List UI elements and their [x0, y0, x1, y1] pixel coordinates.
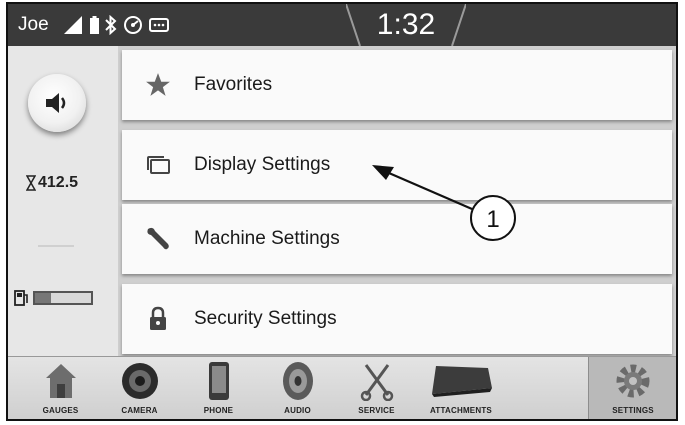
callout-number: 1: [486, 206, 499, 233]
callout-arrow-line: [381, 168, 473, 211]
callout-annotation: 1: [372, 165, 516, 241]
callout-arrowhead: [372, 165, 394, 180]
